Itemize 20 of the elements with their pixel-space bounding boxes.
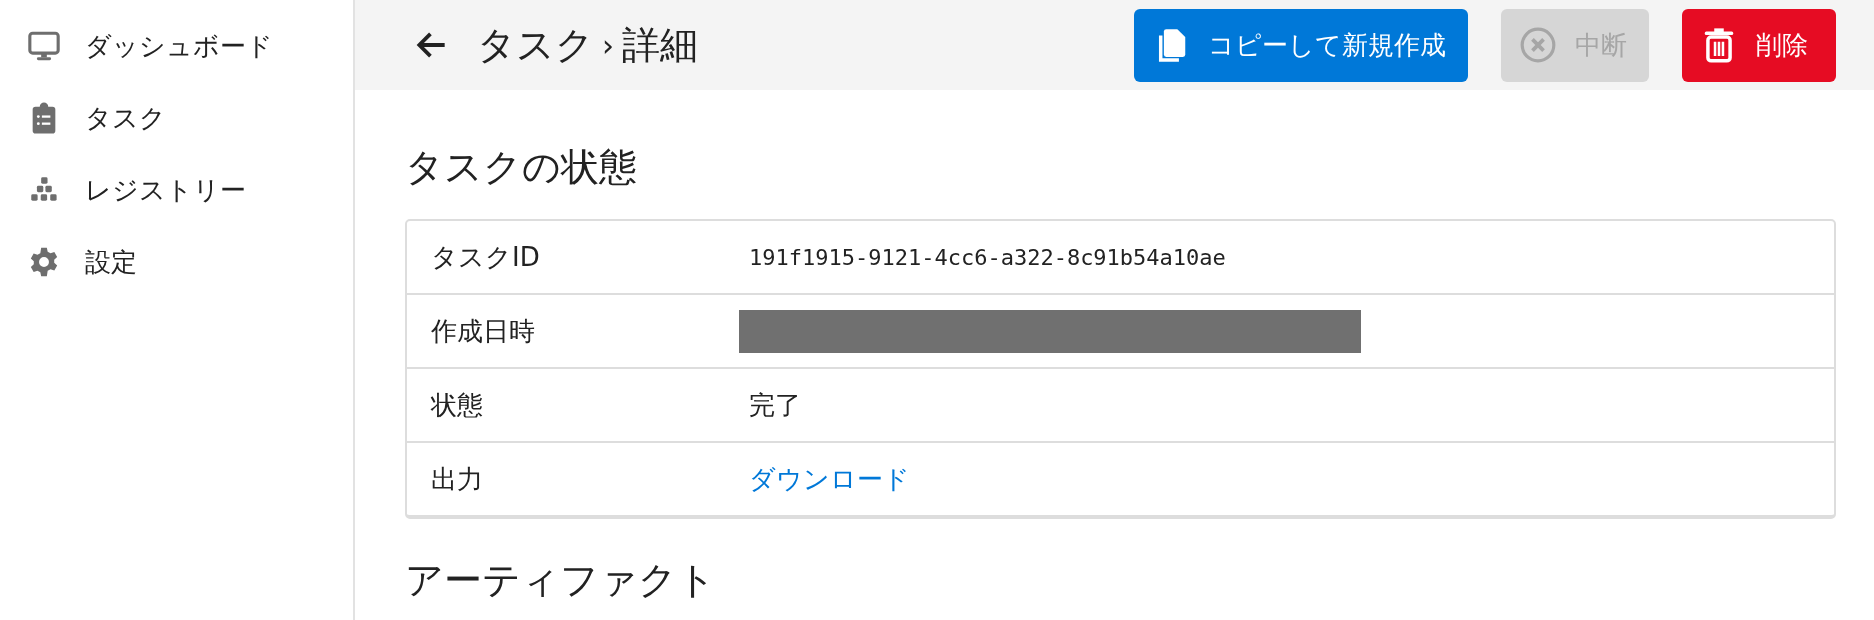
sidebar-item[interactable]: レジストリー (0, 154, 353, 226)
field-label: 状態 (429, 388, 484, 422)
field-label: タスクID (430, 240, 541, 274)
sidebar-item[interactable]: ダッシュボード (0, 10, 353, 82)
copy-button[interactable]: コピーして新規作成 (1134, 8, 1468, 82)
status-value: 完了 (749, 388, 801, 422)
breadcrumb-item[interactable]: タスク (477, 19, 594, 71)
sidebar-item[interactable]: タスク (0, 82, 353, 154)
field-label: 出力 (430, 462, 484, 496)
delete-button[interactable]: 削除 (1682, 8, 1836, 82)
field-label: 作成日時 (430, 314, 536, 348)
section-title: アーティファクト (405, 557, 717, 604)
breadcrumb-separator: › (602, 27, 614, 63)
cancel-icon (1519, 26, 1557, 64)
section-title: タスクの状態 (405, 144, 638, 191)
breadcrumb-item: 詳細 (622, 21, 698, 69)
monitor-icon (27, 29, 61, 63)
task-id-value: 191f1915-9121-4cc6-a322-8c91b54a10ae (749, 244, 1226, 270)
download-link[interactable]: ダウンロード (749, 461, 910, 497)
sidebar-item[interactable]: 設定 (0, 226, 353, 298)
